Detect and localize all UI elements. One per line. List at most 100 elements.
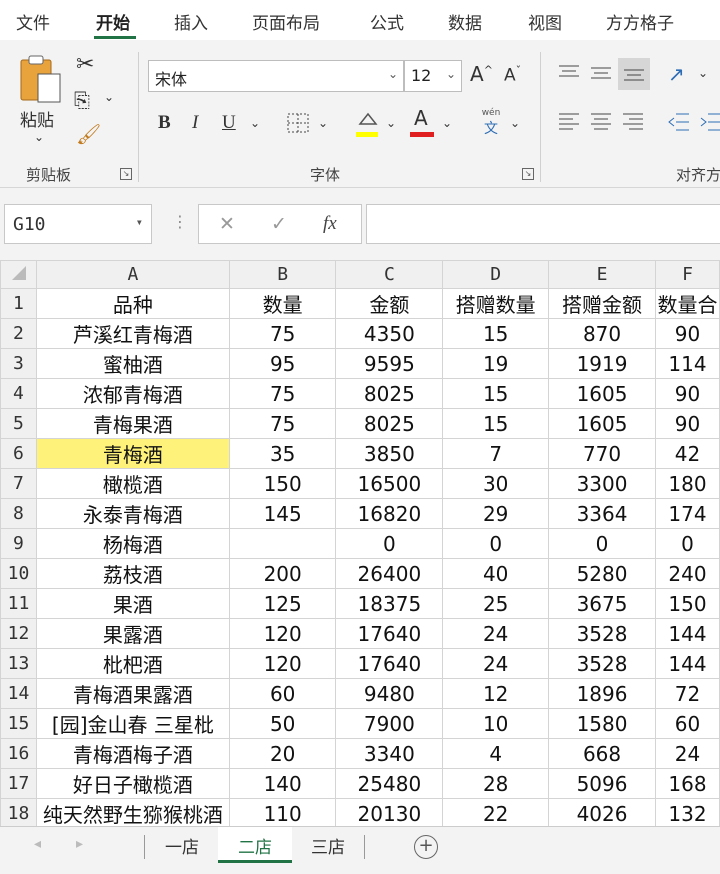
cell-d3[interactable]: 19 [442, 348, 550, 380]
cell-c8[interactable]: 16820 [335, 498, 444, 530]
cell-b3[interactable]: 95 [228, 348, 337, 380]
cell-d18[interactable]: 22 [442, 798, 550, 830]
cell-e15[interactable]: 1580 [548, 708, 656, 740]
cell-d5[interactable]: 15 [442, 408, 550, 440]
align-middle-icon[interactable] [590, 64, 612, 82]
sheet-tab-3[interactable]: 三店 [296, 827, 360, 863]
cell-f9[interactable]: 0 [654, 528, 720, 560]
row-header[interactable]: 1 [0, 288, 37, 320]
cell-c14[interactable]: 9480 [335, 678, 444, 710]
cut-icon[interactable]: ✂ [76, 52, 94, 77]
prev-sheet-icon[interactable]: ◂ [34, 836, 41, 852]
cell-f8[interactable]: 174 [654, 498, 720, 530]
underline-button[interactable]: U [222, 112, 236, 134]
menu-view[interactable]: 视图 [528, 9, 562, 34]
column-header-f[interactable]: F [654, 259, 720, 290]
cell-e10[interactable]: 5280 [548, 558, 656, 590]
cell-f15[interactable]: 60 [654, 708, 720, 740]
cell-f7[interactable]: 180 [654, 468, 720, 500]
cell-b5[interactable]: 75 [228, 408, 337, 440]
shrink-font-icon[interactable]: Aˇ [504, 64, 521, 86]
cell-b2[interactable]: 75 [228, 318, 337, 350]
cell-e17[interactable]: 5096 [548, 768, 656, 800]
font-name-select[interactable]: 宋体 ⌄ [148, 60, 404, 92]
cell-c5[interactable]: 8025 [335, 408, 444, 440]
cell-f4[interactable]: 90 [654, 378, 720, 410]
decrease-indent-icon[interactable] [668, 112, 690, 132]
cell-c1[interactable]: 金额 [335, 288, 444, 320]
menu-data[interactable]: 数据 [448, 9, 482, 34]
cell-a10[interactable]: 荔枝酒 [35, 558, 230, 590]
clipboard-launcher-icon[interactable]: ↘ [120, 168, 132, 180]
font-color-dropdown-icon[interactable]: ⌄ [442, 116, 452, 130]
cell-e1[interactable]: 搭赠金额 [548, 288, 656, 320]
cell-d11[interactable]: 25 [442, 588, 550, 620]
add-sheet-icon[interactable]: + [414, 835, 438, 859]
cell-c9[interactable]: 0 [335, 528, 444, 560]
format-painter-icon[interactable]: 🖌 [76, 122, 101, 146]
cell-d16[interactable]: 4 [442, 738, 550, 770]
cell-a11[interactable]: 果酒 [35, 588, 230, 620]
cell-e11[interactable]: 3675 [548, 588, 656, 620]
insert-function-icon[interactable]: fx [323, 213, 337, 235]
row-header[interactable]: 16 [0, 738, 37, 770]
cell-f17[interactable]: 168 [654, 768, 720, 800]
cell-e9[interactable]: 0 [548, 528, 656, 560]
cell-b16[interactable]: 20 [228, 738, 337, 770]
menu-formulas[interactable]: 公式 [370, 9, 404, 34]
paste-dropdown-icon[interactable]: ⌄ [34, 130, 44, 144]
enter-icon[interactable]: ✓ [271, 213, 287, 235]
cell-b6[interactable]: 35 [228, 438, 337, 470]
cell-b14[interactable]: 60 [228, 678, 337, 710]
cell-c3[interactable]: 9595 [335, 348, 444, 380]
cell-c10[interactable]: 26400 [335, 558, 444, 590]
cell-e18[interactable]: 4026 [548, 798, 656, 830]
cell-a5[interactable]: 青梅果酒 [35, 408, 230, 440]
cell-b10[interactable]: 200 [228, 558, 337, 590]
bold-button[interactable]: B [158, 112, 171, 134]
name-box[interactable]: G10 ▾ [4, 204, 152, 244]
cell-b15[interactable]: 50 [228, 708, 337, 740]
row-header[interactable]: 6 [0, 438, 37, 470]
paste-label[interactable]: 粘贴 [20, 106, 54, 131]
cell-b12[interactable]: 120 [228, 618, 337, 650]
fill-color-icon[interactable] [354, 108, 380, 138]
sheet-tab-1[interactable]: 一店 [150, 827, 214, 863]
row-header[interactable]: 18 [0, 798, 37, 830]
cell-b17[interactable]: 140 [228, 768, 337, 800]
cell-c6[interactable]: 3850 [335, 438, 444, 470]
cell-f3[interactable]: 114 [654, 348, 720, 380]
cell-e16[interactable]: 668 [548, 738, 656, 770]
cell-d14[interactable]: 12 [442, 678, 550, 710]
font-color-button[interactable]: A [410, 106, 434, 138]
cell-f5[interactable]: 90 [654, 408, 720, 440]
border-icon[interactable] [286, 112, 310, 134]
cell-f10[interactable]: 240 [654, 558, 720, 590]
phonetic-button[interactable]: wén 文 [480, 108, 502, 138]
copy-icon[interactable]: ⎘ [74, 88, 90, 112]
cell-a9[interactable]: 杨梅酒 [35, 528, 230, 560]
row-header[interactable]: 3 [0, 348, 37, 380]
cell-d15[interactable]: 10 [442, 708, 550, 740]
cell-d10[interactable]: 40 [442, 558, 550, 590]
cell-d8[interactable]: 29 [442, 498, 550, 530]
cell-e2[interactable]: 870 [548, 318, 656, 350]
menu-file[interactable]: 文件 [16, 9, 50, 34]
cell-f12[interactable]: 144 [654, 618, 720, 650]
border-dropdown-icon[interactable]: ⌄ [318, 116, 328, 130]
cell-a1[interactable]: 品种 [35, 288, 230, 320]
menu-fangfang[interactable]: 方方格子 [606, 9, 674, 34]
menu-home[interactable]: 开始 [96, 9, 130, 34]
cell-e4[interactable]: 1605 [548, 378, 656, 410]
next-sheet-icon[interactable]: ▸ [76, 836, 83, 852]
sheet-tab-2[interactable]: 二店 [218, 827, 292, 863]
align-left-icon[interactable] [558, 112, 580, 132]
cell-b7[interactable]: 150 [228, 468, 337, 500]
row-header[interactable]: 7 [0, 468, 37, 500]
cell-a13[interactable]: 枇杷酒 [35, 648, 230, 680]
paste-icon[interactable] [18, 54, 64, 106]
cell-d2[interactable]: 15 [442, 318, 550, 350]
row-header[interactable]: 13 [0, 648, 37, 680]
cell-c12[interactable]: 17640 [335, 618, 444, 650]
cell-b1[interactable]: 数量 [228, 288, 337, 320]
